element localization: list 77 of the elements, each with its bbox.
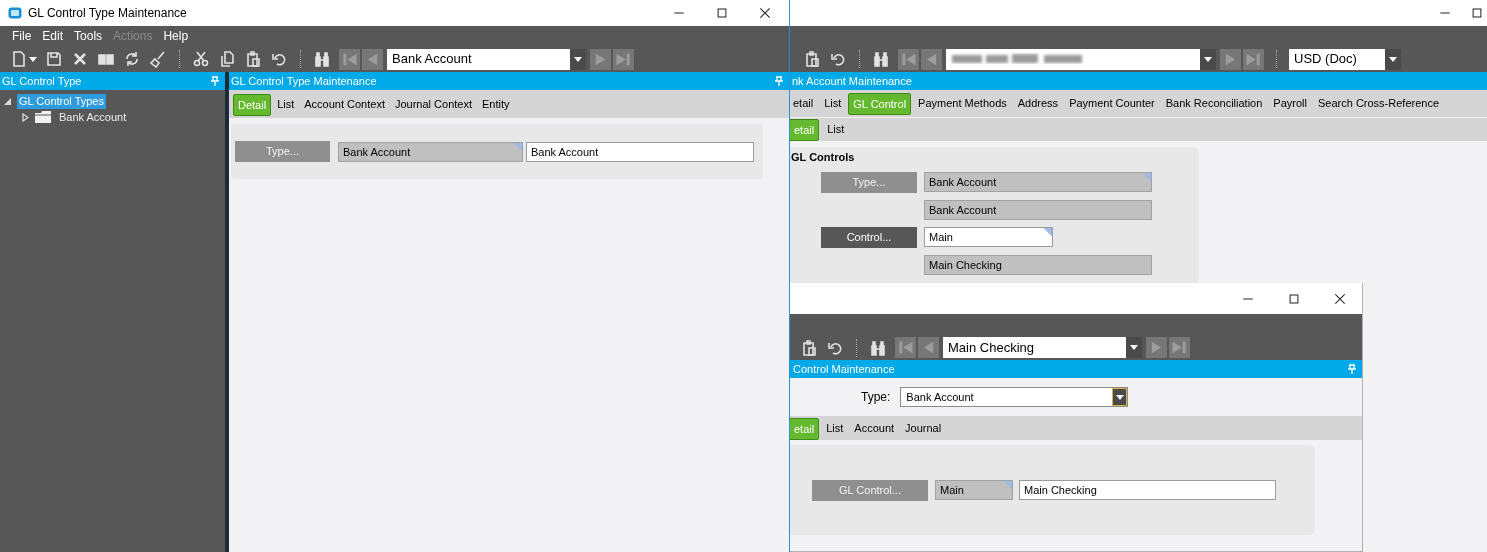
window-title: GL Control Type Maintenance: [28, 5, 187, 22]
next-record-icon[interactable]: [1220, 48, 1241, 70]
panel-header: GL Control Type: [1, 73, 83, 89]
tab[interactable]: Account: [850, 418, 899, 440]
dropdown-caret-icon[interactable]: [1115, 394, 1124, 400]
tab[interactable]: List: [273, 94, 299, 116]
panel-header: GL Control Type Maintenance: [230, 73, 378, 89]
scissors-icon[interactable]: [192, 50, 210, 68]
tab[interactable]: Payroll: [1269, 93, 1311, 115]
input-field[interactable]: Bank Account: [526, 141, 754, 162]
menu-item[interactable]: File: [11, 27, 33, 45]
lookup-button[interactable]: Control...: [821, 226, 917, 248]
copy-icon[interactable]: [218, 50, 236, 68]
first-record-icon[interactable]: [339, 48, 360, 70]
close-icon[interactable]: [758, 6, 772, 20]
tab[interactable]: List: [820, 93, 846, 115]
type-combobox[interactable]: Bank Account: [900, 387, 1129, 407]
tab[interactable]: Address: [1013, 93, 1063, 115]
dropdown-caret-icon[interactable]: [1389, 56, 1397, 62]
readonly-field: Main: [935, 480, 1013, 500]
paste-icon[interactable]: [244, 50, 262, 68]
folder-icon: [35, 111, 51, 123]
tab[interactable]: etail: [789, 93, 818, 115]
tab[interactable]: Payment Counter: [1065, 93, 1159, 115]
menu-item[interactable]: Tools: [73, 27, 104, 45]
input-field[interactable]: Main Checking: [1019, 480, 1276, 500]
maximize-icon[interactable]: [1287, 291, 1301, 306]
tab[interactable]: Search Cross-Reference: [1314, 93, 1444, 115]
new-document-icon[interactable]: [10, 50, 28, 68]
broom-icon[interactable]: [149, 50, 167, 68]
collapsed-arrow-icon[interactable]: [22, 112, 29, 122]
readonly-field: Bank Account: [924, 199, 1152, 220]
paste-icon[interactable]: [803, 50, 821, 68]
maximize-icon[interactable]: [1470, 6, 1484, 20]
tab[interactable]: List: [822, 418, 848, 440]
tab[interactable]: Journal: [901, 418, 946, 440]
binoculars-icon[interactable]: [869, 338, 887, 357]
tab[interactable]: Bank Reconciliation: [1161, 93, 1267, 115]
first-record-icon[interactable]: [898, 48, 919, 70]
binoculars-icon[interactable]: [313, 50, 331, 68]
group-title: GL Controls: [791, 150, 856, 165]
readonly-field: Main Checking: [924, 254, 1152, 275]
last-record-icon[interactable]: [1243, 48, 1264, 70]
save-icon[interactable]: [45, 50, 63, 68]
tab[interactable]: Entity: [478, 94, 514, 116]
currency-combobox[interactable]: USD (Doc): [1289, 48, 1401, 70]
expanded-arrow-icon[interactable]: [4, 97, 11, 105]
tab[interactable]: Payment Methods: [914, 93, 1011, 115]
menu-item[interactable]: Help: [162, 27, 190, 45]
readonly-field: Bank Account: [338, 141, 523, 162]
next-record-icon[interactable]: [590, 48, 611, 70]
record-combobox[interactable]: [946, 48, 1216, 70]
tab[interactable]: Account Context: [300, 94, 389, 116]
input-field[interactable]: Main: [924, 227, 1053, 247]
previous-record-icon[interactable]: [921, 48, 942, 70]
tab[interactable]: List: [823, 119, 849, 141]
panel-header: nk Account Maintenance: [791, 73, 912, 89]
menu-item[interactable]: Edit: [41, 27, 65, 45]
dropdown-caret-icon[interactable]: [1204, 56, 1212, 62]
record-combobox[interactable]: Bank Account: [387, 48, 586, 70]
maximize-icon[interactable]: [715, 6, 729, 20]
record-combobox[interactable]: Main Checking: [943, 337, 1142, 358]
type-label: Type:: [861, 389, 891, 406]
dropdown-caret-icon[interactable]: [1130, 345, 1138, 350]
tab[interactable]: Journal Context: [390, 94, 476, 116]
tree-item[interactable]: Bank Account: [57, 109, 129, 125]
paste-icon[interactable]: [800, 338, 818, 357]
previous-record-icon[interactable]: [362, 48, 383, 70]
new-menu-caret-icon[interactable]: [29, 56, 37, 62]
binoculars-icon[interactable]: [872, 50, 890, 68]
readonly-field: Bank Account: [924, 172, 1152, 192]
close-icon[interactable]: [1333, 291, 1347, 306]
panel-header: Control Maintenance: [792, 361, 896, 377]
last-record-icon[interactable]: [613, 48, 634, 70]
app-icon: [8, 7, 22, 19]
refresh-icon[interactable]: [123, 50, 141, 68]
dropdown-caret-icon[interactable]: [574, 56, 582, 62]
